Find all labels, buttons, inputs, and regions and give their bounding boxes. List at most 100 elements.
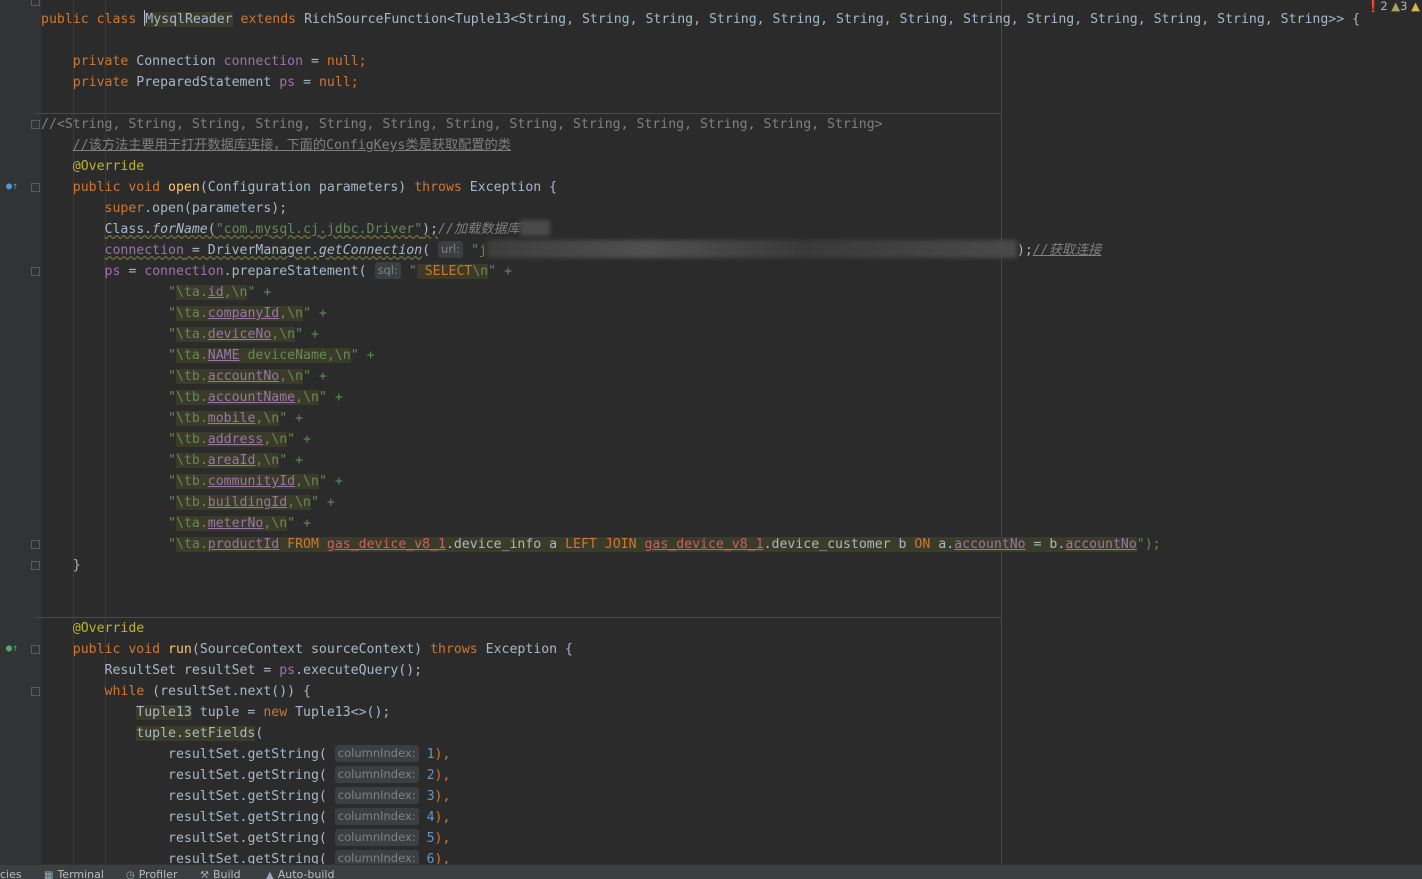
keyword: throws xyxy=(414,180,462,195)
code-line-field[interactable]: private PreparedStatement ps = null; xyxy=(41,72,359,93)
code-line-setfields[interactable]: tuple.setFields( xyxy=(41,723,263,744)
field-name: connection xyxy=(144,264,224,279)
code-line-comment[interactable]: //该方法主要用于打开数据库连接，下面的ConfigKeys类是获取配置的类 xyxy=(41,135,511,156)
keyword: public xyxy=(41,12,89,27)
method-call: tuple.setFields xyxy=(136,726,256,741)
tool-tab-dependencies[interactable]: cies xyxy=(0,868,22,879)
fold-marker-icon[interactable] xyxy=(31,0,40,6)
exception-type: Exception { xyxy=(461,180,558,195)
fold-marker-icon[interactable] xyxy=(31,561,40,570)
method-call: resultSet.getString( xyxy=(168,789,335,804)
sql-column: accountNo xyxy=(954,537,1026,552)
tool-tab-label: Profiler xyxy=(138,868,178,879)
sql-table-alias: \ta. xyxy=(176,348,208,363)
code-line-getstring[interactable]: resultSet.getString( columnIndex: 6), xyxy=(41,849,450,864)
string-literal: ,\n xyxy=(255,411,280,426)
number-literal: 3 xyxy=(418,789,435,804)
line-comment: //加载数据库 xyxy=(438,222,520,237)
class-name: MysqlReader xyxy=(145,12,233,27)
code-line-sql[interactable]: "\ta.id,\n" + xyxy=(41,282,271,303)
keyword: public void xyxy=(72,180,169,195)
string-literal: " + xyxy=(287,432,311,447)
code-line-method-run[interactable]: public void run(SourceContext sourceCont… xyxy=(41,639,573,660)
method-call: resultSet.getString( xyxy=(168,831,335,846)
fold-marker-icon[interactable] xyxy=(31,687,40,696)
code-line-sql-last[interactable]: "\ta.productId FROM gas_device_v8_1.devi… xyxy=(41,534,1161,555)
string-literal: ,\n xyxy=(255,453,280,468)
code-line-annotation[interactable]: @Override xyxy=(41,618,144,639)
sql-database: gas_device_v8_1 xyxy=(326,537,446,552)
keyword: super xyxy=(104,201,145,216)
code-line-getstring[interactable]: resultSet.getString( columnIndex: 3), xyxy=(41,786,450,807)
string-literal: ,\n xyxy=(279,306,304,321)
code-line-comment[interactable]: //<String, String, String, String, Strin… xyxy=(41,114,883,135)
type-name: Tuple13 xyxy=(136,705,192,720)
class-ref: Class. xyxy=(104,222,153,237)
tool-tab-terminal[interactable]: ▦ Terminal xyxy=(44,868,104,879)
sql-column: address xyxy=(207,432,264,447)
code-line-get-connection[interactable]: connection = DriverManager.getConnection… xyxy=(41,240,1101,261)
code-line-while[interactable]: while (resultSet.next()) { xyxy=(41,681,311,702)
sql-column: accountName xyxy=(207,390,296,405)
fold-marker-icon[interactable] xyxy=(31,645,40,654)
number-literal: 1 xyxy=(418,747,435,762)
paren: ); xyxy=(1016,243,1033,258)
code-line-sql[interactable]: "\ta.deviceNo,\n" + xyxy=(41,324,319,345)
code-line-getstring[interactable]: resultSet.getString( columnIndex: 5), xyxy=(41,828,450,849)
string-literal: "); xyxy=(1136,537,1161,552)
fold-marker-icon[interactable] xyxy=(31,183,40,192)
error-icon: ❗ xyxy=(1365,0,1381,13)
code-line-super-call[interactable]: super.open(parameters); xyxy=(41,198,288,219)
code-line-getstring[interactable]: resultSet.getString( columnIndex: 1), xyxy=(41,744,450,765)
sql-column: accountNo xyxy=(1065,537,1137,552)
tool-tab-profiler[interactable]: ◷ Profiler xyxy=(126,868,177,879)
code-line-class-declaration[interactable]: public class MysqlReader extends RichSou… xyxy=(41,9,1360,30)
fold-marker-icon[interactable] xyxy=(31,540,40,549)
code-line-sql[interactable]: "\tb.address,\n" + xyxy=(41,429,311,450)
code-line-sql[interactable]: "\tb.mobile,\n" + xyxy=(41,408,303,429)
exception-type: Exception { xyxy=(477,642,573,657)
code-line-tuple[interactable]: Tuple13 tuple = new Tuple13<>(); xyxy=(41,702,390,723)
operator: = xyxy=(120,264,145,279)
tool-tab-build[interactable]: ⚒ Build xyxy=(200,868,241,879)
keyword: throws xyxy=(430,642,478,657)
paren: ), xyxy=(434,831,451,846)
code-line-close-brace[interactable]: } xyxy=(41,555,81,576)
code-line-sql[interactable]: "\tb.buildingId,\n" + xyxy=(41,492,335,513)
code-line-method-open[interactable]: public void open(Configuration parameter… xyxy=(41,177,557,198)
string-literal: ,\n xyxy=(263,516,288,531)
code-editor[interactable]: ●↑ ●↑ public class MysqlReader extends R… xyxy=(0,0,1422,864)
code-line-sql[interactable]: "\ta.companyId,\n" + xyxy=(41,303,327,324)
code-line-sql[interactable]: "\tb.areaId,\n" + xyxy=(41,450,303,471)
code-line-resultset[interactable]: ResultSet resultSet = ps.executeQuery(); xyxy=(41,660,423,681)
tool-tab-auto-build[interactable]: ▲ Auto-build xyxy=(266,868,334,879)
number-literal: 5 xyxy=(418,831,435,846)
code-line-sql[interactable]: "\ta.NAME deviceName,\n" + xyxy=(41,345,375,366)
fold-marker-icon[interactable] xyxy=(31,267,40,276)
code-line-getstring[interactable]: resultSet.getString( columnIndex: 4), xyxy=(41,807,450,828)
code-line-getstring[interactable]: resultSet.getString( columnIndex: 2), xyxy=(41,765,450,786)
tool-tab-label: cies xyxy=(0,868,22,879)
inspection-indicators[interactable]: ❗2 ▲3 ▲ xyxy=(1361,0,1422,13)
method-call: resultSet.getString( xyxy=(168,747,335,762)
editor-gutter[interactable] xyxy=(0,0,41,864)
code-line-sql[interactable]: "\tb.accountName,\n" + xyxy=(41,387,343,408)
method-call: resultSet.getString( xyxy=(168,810,335,825)
sql-column: id xyxy=(207,285,224,300)
code-line-field[interactable]: private Connection connection = null; xyxy=(41,51,367,72)
fold-marker-icon[interactable] xyxy=(31,120,40,129)
sql-column: deviceNo xyxy=(207,327,272,342)
paren: ( xyxy=(207,222,216,237)
code-line-class-forname[interactable]: Class.forName("com.mysql.cj.jdbc.Driver"… xyxy=(41,219,550,240)
code-line-sql[interactable]: "\tb.accountNo,\n" + xyxy=(41,366,327,387)
code-line-sql[interactable]: "\ta.meterNo,\n" + xyxy=(41,513,311,534)
code-line-annotation[interactable]: @Override xyxy=(41,156,144,177)
redacted-region xyxy=(519,220,550,236)
string-literal: ,\n xyxy=(263,432,288,447)
string-literal: " + xyxy=(318,390,343,405)
code-line-sql[interactable]: "\tb.communityId,\n" + xyxy=(41,471,343,492)
method-call: .prepareStatement( xyxy=(223,264,375,279)
implement-marker-icon[interactable]: ●↑ xyxy=(6,644,18,654)
code-line-prepare-statement[interactable]: ps = connection.prepareStatement( sql: "… xyxy=(41,261,512,282)
override-marker-icon[interactable]: ●↑ xyxy=(6,182,18,192)
